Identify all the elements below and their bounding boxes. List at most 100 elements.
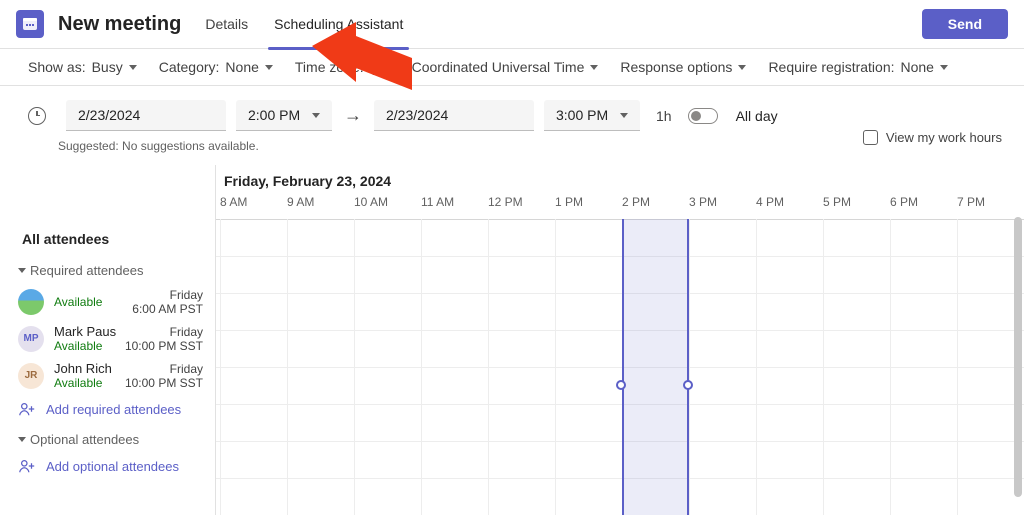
grid-vline [488, 219, 489, 515]
hour-label: 5 PM [823, 195, 890, 219]
time-selection[interactable] [622, 219, 689, 515]
selection-handle-right[interactable] [683, 380, 693, 390]
grid-row [216, 478, 1024, 515]
work-hours-checkbox[interactable] [863, 130, 878, 145]
attendee-time: 10:00 PM SST [125, 376, 203, 390]
attendee-day: Friday [125, 325, 203, 339]
grid-row [216, 293, 1024, 330]
registration-label: Require registration: [768, 59, 894, 75]
all-day-toggle[interactable] [688, 108, 718, 124]
category-selector[interactable]: Category: None [159, 59, 273, 75]
grid-date-label: Friday, February 23, 2024 [216, 165, 1024, 195]
attendee-day: Friday [132, 288, 203, 302]
grid-row [216, 404, 1024, 441]
hour-label: 2 PM [622, 195, 689, 219]
end-date-input[interactable]: 2/23/2024 [374, 100, 534, 131]
grid-vline [354, 219, 355, 515]
grid-vline [220, 219, 221, 515]
attendee-name: John Rich [54, 361, 125, 376]
avatar [18, 289, 44, 315]
grid-vline [957, 219, 958, 515]
grid-row [216, 330, 1024, 367]
send-button[interactable]: Send [922, 9, 1008, 39]
hour-label: 9 AM [287, 195, 354, 219]
grid-row [216, 219, 1024, 256]
start-time-input[interactable]: 2:00 PM [236, 100, 332, 131]
grid-vline [421, 219, 422, 515]
grid-vline [890, 219, 891, 515]
chevron-down-icon [312, 113, 320, 118]
avatar: JR [18, 363, 44, 389]
work-hours-label: View my work hours [886, 130, 1002, 145]
show-as-selector[interactable]: Show as: Busy [28, 59, 137, 75]
timezone-selector[interactable]: Time zone: (UTC) Coordinated Universal T… [295, 59, 598, 75]
add-optional-attendees-link[interactable]: Add optional attendees [18, 457, 203, 475]
caret-down-icon [18, 437, 26, 442]
grid-vline [823, 219, 824, 515]
duration-label: 1h [656, 108, 672, 124]
response-options-selector[interactable]: Response options [620, 59, 746, 75]
grid-vline [689, 219, 690, 515]
scrollbar-thumb[interactable] [1014, 217, 1022, 497]
arrow-right-icon: → [342, 105, 364, 126]
page-title: New meeting [58, 13, 181, 36]
registration-selector[interactable]: Require registration: None [768, 59, 948, 75]
all-attendees-heading: All attendees [22, 231, 203, 247]
clock-icon [28, 107, 46, 125]
add-required-attendees-link[interactable]: Add required attendees [18, 400, 203, 418]
grid-vline [287, 219, 288, 515]
hour-label: 1 PM [555, 195, 622, 219]
add-people-icon [18, 457, 36, 475]
availability-grid[interactable] [216, 219, 1024, 515]
grid-vline [756, 219, 757, 515]
hour-label: 8 AM [220, 195, 287, 219]
response-options-label: Response options [620, 59, 732, 75]
attendee-time: 6:00 AM PST [132, 302, 203, 316]
grid-row [216, 441, 1024, 478]
timezone-label: Time zone: [295, 59, 364, 75]
attendee-status: Available [54, 339, 125, 353]
tab-details[interactable]: Details [203, 8, 250, 40]
category-label: Category: [159, 59, 220, 75]
hour-label: 12 PM [488, 195, 555, 219]
attendee-name: Mark Paus [54, 324, 125, 339]
attendee-status: Available [54, 376, 125, 390]
category-value: None [225, 59, 258, 75]
grid-vline [555, 219, 556, 515]
avatar: MP [18, 326, 44, 352]
hour-label: 4 PM [756, 195, 823, 219]
required-attendees-section[interactable]: Required attendees [18, 263, 203, 278]
tab-scheduling-assistant[interactable]: Scheduling Assistant [272, 8, 405, 40]
timezone-value: (UTC) Coordinated Universal Time [370, 59, 585, 75]
add-people-icon [18, 400, 36, 418]
end-time-input[interactable]: 3:00 PM [544, 100, 640, 131]
chevron-down-icon [620, 113, 628, 118]
attendee-row[interactable]: Available Friday 6:00 AM PST [18, 288, 203, 316]
time-ruler: 8 AM9 AM10 AM11 AM12 PM1 PM2 PM3 PM4 PM5… [216, 195, 1024, 219]
attendee-row[interactable]: MP Mark Paus Available Friday 10:00 PM S… [18, 324, 203, 353]
attendee-row[interactable]: JR John Rich Available Friday 10:00 PM S… [18, 361, 203, 390]
registration-value: None [901, 59, 934, 75]
hour-label: 11 AM [421, 195, 488, 219]
calendar-app-icon [16, 10, 44, 38]
chevron-down-icon [129, 65, 137, 70]
chevron-down-icon [738, 65, 746, 70]
hour-label: 6 PM [890, 195, 957, 219]
all-day-label: All day [736, 108, 778, 124]
caret-down-icon [18, 268, 26, 273]
hour-label: 3 PM [689, 195, 756, 219]
chevron-down-icon [265, 65, 273, 70]
attendee-status: Available [54, 295, 132, 309]
hour-label: 7 PM [957, 195, 1024, 219]
show-as-value: Busy [92, 59, 123, 75]
start-date-input[interactable]: 2/23/2024 [66, 100, 226, 131]
show-as-label: Show as: [28, 59, 86, 75]
attendee-time: 10:00 PM SST [125, 339, 203, 353]
grid-row [216, 256, 1024, 293]
chevron-down-icon [590, 65, 598, 70]
optional-attendees-section[interactable]: Optional attendees [18, 432, 203, 447]
hour-label: 10 AM [354, 195, 421, 219]
chevron-down-icon [940, 65, 948, 70]
attendee-day: Friday [125, 362, 203, 376]
selection-handle-left[interactable] [616, 380, 626, 390]
